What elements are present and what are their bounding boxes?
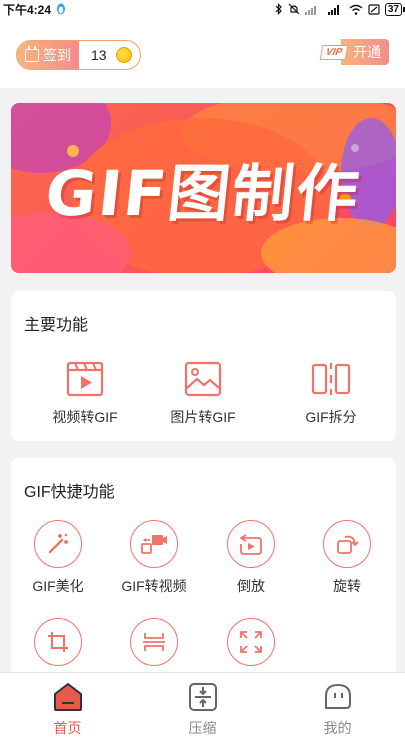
status-right: 37 xyxy=(275,2,405,16)
video-icon xyxy=(66,361,104,397)
gif-to-video-label: GIF转视频 xyxy=(121,578,187,594)
penguin-icon xyxy=(57,3,66,14)
checkin-count: 13 xyxy=(91,47,107,63)
nav-compress-label: 压缩 xyxy=(188,720,217,736)
crop-icon xyxy=(48,632,68,652)
mute-bell-icon xyxy=(288,3,300,15)
gif-to-video-circle xyxy=(130,520,178,568)
compress-icon xyxy=(143,633,165,651)
status-left: 下午4:24 xyxy=(3,1,67,18)
bluetooth-icon xyxy=(275,3,282,15)
home-icon xyxy=(53,683,82,711)
nav-item-profile[interactable]: 我的 xyxy=(270,673,405,739)
header: 签到 13 VIP 开通 xyxy=(0,18,405,88)
magic-wand-icon xyxy=(48,533,68,554)
reverse-play-label: 倒放 xyxy=(237,578,265,594)
compress-button[interactable] xyxy=(109,618,199,666)
gif-beautify-label: GIF美化 xyxy=(32,578,84,594)
vip-badge: VIP xyxy=(319,44,349,60)
banner-title: GIF图制作 xyxy=(41,157,364,230)
image-to-gif-label: 图片转GIF xyxy=(170,409,236,425)
gif-beautify-circle xyxy=(34,520,82,568)
resize-button[interactable] xyxy=(206,618,296,666)
gif-split-label: GIF拆分 xyxy=(305,409,357,425)
status-time: 下午4:24 xyxy=(3,2,52,17)
compress-circle xyxy=(130,618,178,666)
gif-beautify-button[interactable]: GIF美化 xyxy=(13,520,103,596)
checkin-label-box: 签到 xyxy=(17,41,79,69)
nav-item-home[interactable]: 首页 xyxy=(0,673,135,739)
checkin-label: 签到 xyxy=(43,47,71,63)
vip-open-button[interactable]: VIP 开通 xyxy=(319,39,389,65)
rotate-button[interactable]: 旋转 xyxy=(302,520,392,596)
resize-circle xyxy=(227,618,275,666)
signal-icon-2 xyxy=(327,4,339,15)
status-bar: 下午4:24 37 xyxy=(0,0,405,18)
checkin-button[interactable]: 签到 13 xyxy=(16,40,141,70)
compress-nav-icon xyxy=(188,683,217,711)
resize-icon xyxy=(240,631,262,653)
vip-open-label: 开通 xyxy=(341,39,389,65)
profile-icon xyxy=(324,684,351,709)
video-to-gif-label: 视频转GIF xyxy=(52,409,118,425)
battery-saver-icon xyxy=(368,3,380,15)
crop-circle xyxy=(34,618,82,666)
quick-functions-title: GIF快捷功能 xyxy=(24,484,115,501)
main-functions-title: 主要功能 xyxy=(24,317,89,334)
split-icon xyxy=(311,363,351,395)
nav-profile-label: 我的 xyxy=(323,720,352,736)
nav-item-compress[interactable]: 压缩 xyxy=(135,673,270,739)
gif-split-button[interactable]: GIF拆分 xyxy=(271,361,391,427)
checkin-count-box: 13 xyxy=(79,47,140,63)
main-functions-card: 主要功能 视频转GIF 图片转GIF GIF拆分 xyxy=(11,291,396,441)
rotate-icon xyxy=(337,535,359,554)
rotate-label: 旋转 xyxy=(333,578,361,594)
signal-icon xyxy=(304,5,316,15)
reverse-play-circle xyxy=(227,520,275,568)
rotate-circle xyxy=(323,520,371,568)
wifi-icon xyxy=(349,4,363,15)
gif-to-video-button[interactable]: GIF转视频 xyxy=(109,520,199,596)
image-icon xyxy=(184,361,222,397)
banner[interactable]: GIF图制作 xyxy=(11,103,396,273)
video-to-gif-button[interactable]: 视频转GIF xyxy=(25,361,145,427)
reverse-play-button[interactable]: 倒放 xyxy=(206,520,296,596)
gif-to-video-icon xyxy=(141,535,167,554)
calendar-icon xyxy=(25,45,39,62)
crop-button[interactable] xyxy=(13,618,103,666)
coin-icon xyxy=(116,47,132,63)
image-to-gif-button[interactable]: 图片转GIF xyxy=(143,361,263,427)
nav-home-label: 首页 xyxy=(53,720,82,736)
quick-functions-card: GIF快捷功能 GIF美化 GIF转视频 倒放 旋转 xyxy=(11,458,396,688)
battery-indicator: 37 xyxy=(384,2,405,16)
reverse-play-icon xyxy=(240,534,262,555)
bottom-nav: 首页 压缩 我的 xyxy=(0,672,405,739)
